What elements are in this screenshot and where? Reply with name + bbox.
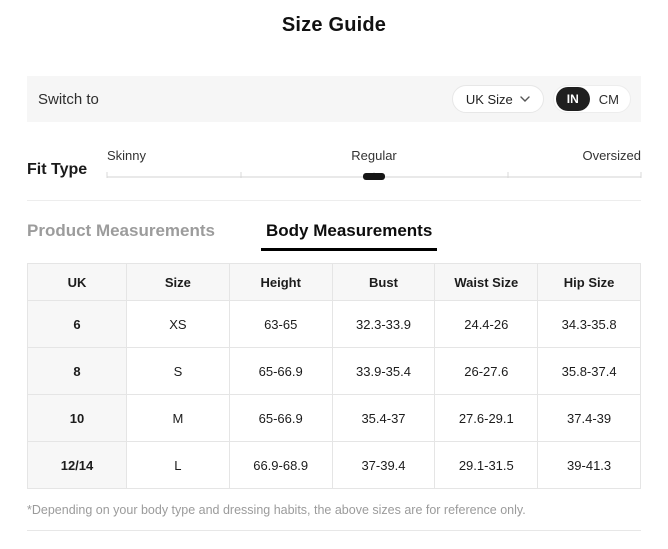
size-table: UK Size Height Bust Waist Size Hip Size … bbox=[27, 263, 641, 489]
cell-size: M bbox=[126, 394, 230, 442]
col-header-size: Size bbox=[126, 263, 230, 301]
table-row: 6 XS 63-65 32.3-33.9 24.4-26 34.3-35.8 bbox=[27, 300, 641, 348]
table-row: 12/14 L 66.9-68.9 37-39.4 29.1-31.5 39-4… bbox=[27, 441, 641, 489]
col-header-uk: UK bbox=[27, 263, 127, 301]
col-header-height: Height bbox=[228, 263, 333, 301]
cell-height: 63-65 bbox=[228, 300, 333, 348]
cell-waist: 24.4-26 bbox=[434, 300, 539, 348]
fit-type-options: Skinny Regular Oversized bbox=[107, 148, 641, 163]
cell-uk: 6 bbox=[27, 300, 127, 348]
col-header-bust: Bust bbox=[331, 263, 436, 301]
unit-switch-bar: Switch to UK Size IN CM bbox=[27, 76, 641, 122]
slider-tick bbox=[106, 172, 108, 178]
cell-waist: 26-27.6 bbox=[434, 347, 539, 395]
fit-type-label: Fit Type bbox=[27, 161, 88, 178]
cell-bust: 32.3-33.9 bbox=[331, 300, 436, 348]
fit-slider-handle[interactable] bbox=[363, 173, 385, 180]
unit-option-in[interactable]: IN bbox=[555, 87, 590, 111]
cell-hip: 39-41.3 bbox=[537, 441, 641, 489]
fit-type-section: Fit Type Skinny Regular Oversized bbox=[27, 148, 642, 180]
fit-option-oversized[interactable]: Oversized bbox=[582, 148, 641, 163]
col-header-waist: Waist Size bbox=[434, 263, 539, 301]
size-standard-value: UK Size bbox=[465, 91, 513, 107]
tab-body-measurements[interactable]: Body Measurements bbox=[260, 221, 438, 251]
cell-bust: 35.4-37 bbox=[331, 394, 436, 442]
cell-size: S bbox=[126, 347, 230, 395]
chevron-down-icon bbox=[520, 96, 530, 102]
cell-hip: 37.4-39 bbox=[537, 394, 641, 442]
measurement-tabs: Product Measurements Body Measurements bbox=[27, 221, 641, 251]
fit-slider-track[interactable] bbox=[106, 171, 642, 180]
unit-toggle[interactable]: IN CM bbox=[552, 85, 631, 113]
reference-footnote: *Depending on your body type and dressin… bbox=[27, 503, 526, 517]
slider-tick bbox=[240, 172, 241, 178]
cell-height: 66.9-68.9 bbox=[228, 441, 333, 489]
cell-bust: 37-39.4 bbox=[331, 441, 436, 489]
switch-controls: UK Size IN CM bbox=[451, 85, 631, 113]
size-standard-dropdown[interactable]: UK Size bbox=[451, 85, 544, 113]
slider-tick bbox=[640, 172, 642, 178]
switch-to-label: Switch to bbox=[38, 90, 99, 108]
cell-uk: 12/14 bbox=[27, 441, 127, 489]
cell-waist: 27.6-29.1 bbox=[434, 394, 539, 442]
cell-uk: 8 bbox=[27, 347, 127, 395]
cell-bust: 33.9-35.4 bbox=[331, 347, 436, 395]
page-title: Size Guide bbox=[281, 14, 387, 36]
cell-hip: 34.3-35.8 bbox=[537, 300, 641, 348]
cell-height: 65-66.9 bbox=[228, 347, 333, 395]
divider bbox=[27, 530, 641, 531]
cell-size: L bbox=[126, 441, 230, 489]
cell-height: 65-66.9 bbox=[228, 394, 333, 442]
fit-option-regular[interactable]: Regular bbox=[351, 148, 397, 163]
fit-option-skinny[interactable]: Skinny bbox=[107, 148, 146, 163]
table-row: 10 M 65-66.9 35.4-37 27.6-29.1 37.4-39 bbox=[27, 394, 641, 442]
col-header-hip: Hip Size bbox=[537, 263, 641, 301]
tab-product-measurements[interactable]: Product Measurements bbox=[27, 221, 215, 251]
slider-tick bbox=[507, 172, 508, 178]
unit-option-cm[interactable]: CM bbox=[590, 92, 628, 107]
table-header-row: UK Size Height Bust Waist Size Hip Size bbox=[27, 263, 641, 301]
cell-uk: 10 bbox=[27, 394, 127, 442]
size-guide-panel: Size Guide Switch to UK Size IN CM Fit T… bbox=[0, 0, 668, 549]
fit-type-slider[interactable]: Skinny Regular Oversized bbox=[106, 148, 642, 180]
divider bbox=[27, 200, 641, 201]
table-row: 8 S 65-66.9 33.9-35.4 26-27.6 35.8-37.4 bbox=[27, 347, 641, 395]
cell-hip: 35.8-37.4 bbox=[537, 347, 641, 395]
cell-size: XS bbox=[126, 300, 230, 348]
cell-waist: 29.1-31.5 bbox=[434, 441, 539, 489]
